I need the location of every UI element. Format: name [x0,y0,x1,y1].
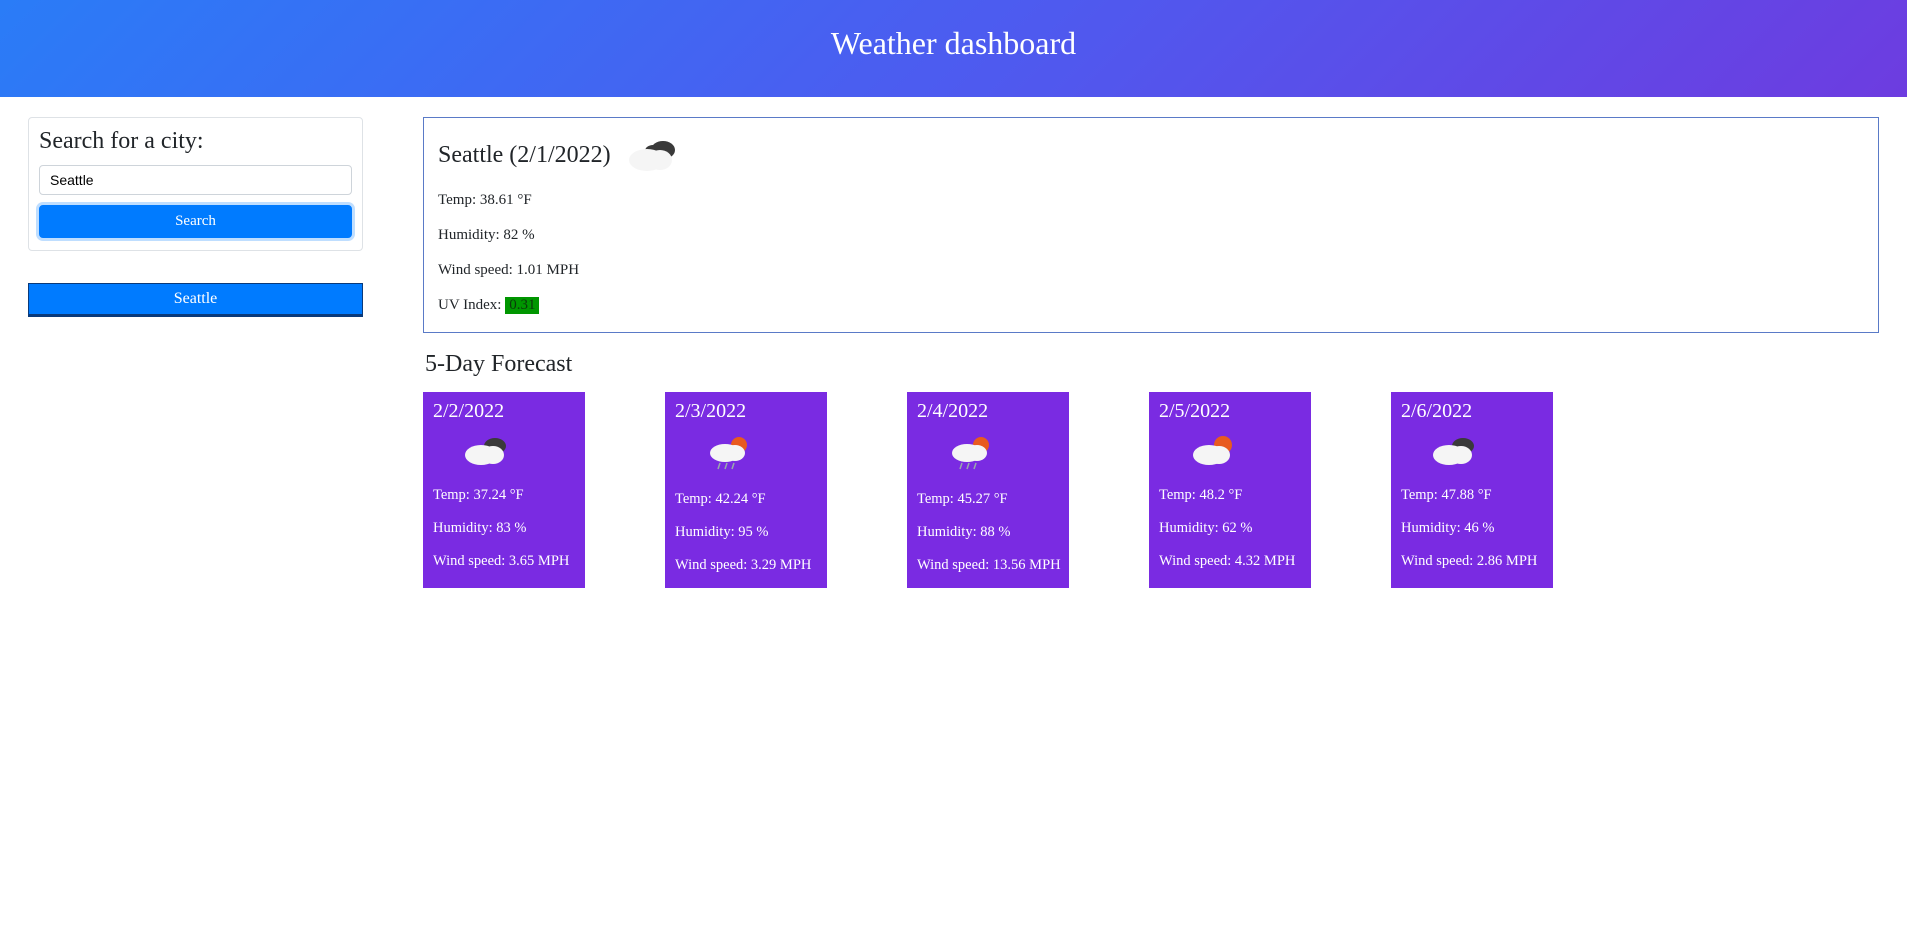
forecast-temp: Temp: 47.88 °F [1401,487,1543,504]
forecast-humidity: Humidity: 62 % [1159,520,1301,537]
forecast-temp: Temp: 48.2 °F [1159,487,1301,504]
current-uv: UV Index: 0.31 [438,297,1864,314]
forecast-card: 2/3/2022 Temp: 42.24 °F Humidity: 95 % W… [665,392,827,588]
partly-sunny-icon [1189,433,1301,469]
current-city-date: Seattle (2/1/2022) [438,142,611,169]
current-wind: Wind speed: 1.01 MPH [438,262,1864,279]
search-input[interactable] [39,165,352,195]
current-weather-card: Seattle (2/1/2022) Temp: 38.61 °F Humidi… [423,117,1879,333]
forecast-humidity: Humidity: 46 % [1401,520,1543,537]
page-title: Weather dashboard [0,25,1907,62]
forecast-temp: Temp: 37.24 °F [433,487,575,504]
forecast-card: 2/5/2022 Temp: 48.2 °F Humidity: 62 % Wi… [1149,392,1311,588]
sidebar: Search for a city: Search Seattle [28,117,363,588]
current-humidity: Humidity: 82 % [438,227,1864,244]
forecast-wind: Wind speed: 4.32 MPH [1159,553,1301,570]
search-button[interactable]: Search [39,205,352,238]
current-title-row: Seattle (2/1/2022) [438,136,1864,174]
search-heading: Search for a city: [39,128,352,155]
forecast-wind: Wind speed: 13.56 MPH [917,557,1059,574]
search-card: Search for a city: Search [28,117,363,251]
rain-sun-icon [947,433,1059,473]
overcast-icon [463,433,575,469]
forecast-row: 2/2/2022 Temp: 37.24 °F Humidity: 83 % W… [423,392,1879,588]
forecast-wind: Wind speed: 3.29 MPH [675,557,817,574]
main-container: Search for a city: Search Seattle Seattl… [0,97,1907,608]
main-content: Seattle (2/1/2022) Temp: 38.61 °F Humidi… [423,117,1879,588]
forecast-temp: Temp: 42.24 °F [675,491,817,508]
overcast-icon [1431,433,1543,469]
rain-sun-icon [705,433,817,473]
forecast-date: 2/6/2022 [1401,400,1543,423]
forecast-date: 2/4/2022 [917,400,1059,423]
current-temp: Temp: 38.61 °F [438,192,1864,209]
forecast-wind: Wind speed: 2.86 MPH [1401,553,1543,570]
forecast-date: 2/2/2022 [433,400,575,423]
search-history: Seattle [28,283,363,317]
forecast-date: 2/5/2022 [1159,400,1301,423]
forecast-card: 2/4/2022 Temp: 45.27 °F Humidity: 88 % W… [907,392,1069,588]
forecast-card: 2/6/2022 Temp: 47.88 °F Humidity: 46 % W… [1391,392,1553,588]
forecast-date: 2/3/2022 [675,400,817,423]
forecast-humidity: Humidity: 83 % [433,520,575,537]
uv-index-badge: 0.31 [505,297,539,314]
forecast-temp: Temp: 45.27 °F [917,491,1059,508]
forecast-humidity: Humidity: 88 % [917,524,1059,541]
app-header: Weather dashboard [0,0,1907,97]
forecast-wind: Wind speed: 3.65 MPH [433,553,575,570]
history-item-seattle[interactable]: Seattle [28,283,363,317]
forecast-card: 2/2/2022 Temp: 37.24 °F Humidity: 83 % W… [423,392,585,588]
forecast-heading: 5-Day Forecast [425,351,1879,378]
forecast-humidity: Humidity: 95 % [675,524,817,541]
overcast-icon [625,136,681,174]
